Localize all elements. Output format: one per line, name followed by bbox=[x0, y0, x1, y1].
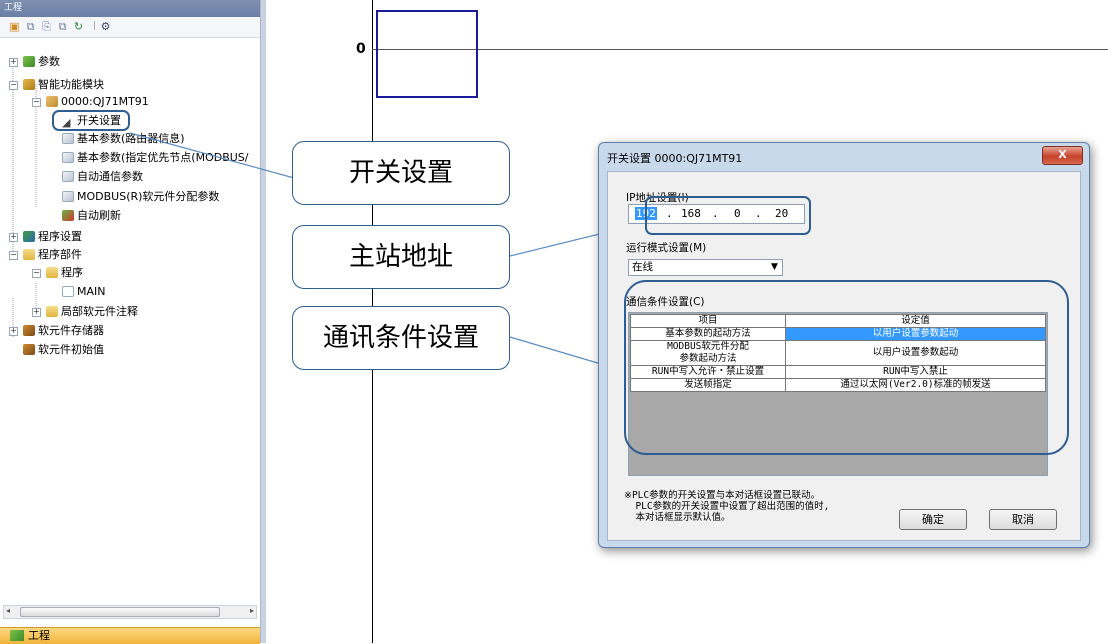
close-button[interactable]: X bbox=[1042, 146, 1083, 165]
callout-switch-setting: 开关设置 bbox=[292, 141, 510, 205]
chevron-down-icon[interactable]: ▼ bbox=[767, 260, 782, 275]
cancel-button[interactable]: 取消 bbox=[989, 509, 1057, 530]
callout-station-address: 主站地址 bbox=[292, 225, 510, 289]
ip-highlight bbox=[645, 196, 811, 235]
mode-label: 运行模式设置(M) bbox=[626, 242, 707, 254]
note-text: ※PLC参数的开关设置与本对话框设置已联动。 PLC参数的开关设置中设置了超出范… bbox=[624, 490, 830, 523]
comm-condition-highlight bbox=[624, 280, 1069, 455]
ok-button[interactable]: 确定 bbox=[899, 509, 967, 530]
callout-comm-condition: 通讯条件设置 bbox=[292, 306, 510, 370]
dialog-title: 开关设置 0000:QJ71MT91 bbox=[607, 152, 743, 165]
switch-setting-highlight bbox=[52, 110, 130, 131]
mode-select[interactable]: 在线 ▼ bbox=[628, 259, 783, 276]
